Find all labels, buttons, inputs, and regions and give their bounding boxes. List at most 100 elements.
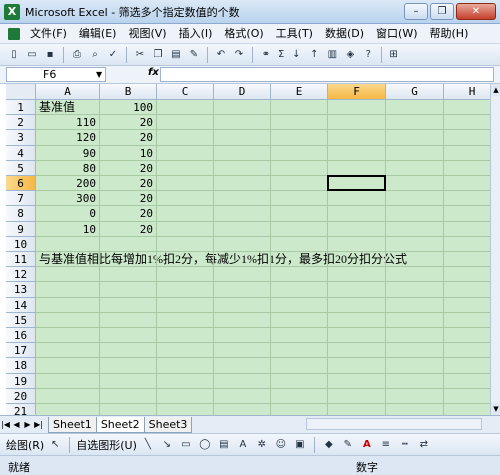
prev-sheet-icon[interactable]: ◀ [11, 420, 22, 429]
cell-e8[interactable] [271, 206, 328, 222]
cell-e12[interactable] [271, 267, 328, 283]
cell-d18[interactable] [214, 358, 271, 374]
cell-b19[interactable] [100, 373, 157, 389]
row-header-3[interactable]: 3 [6, 130, 36, 146]
cell-e21[interactable] [271, 404, 328, 415]
cell-c18[interactable] [157, 358, 214, 374]
new-icon[interactable]: ▯ [6, 47, 22, 63]
cell-h2[interactable] [444, 115, 490, 131]
next-sheet-icon[interactable]: ▶ [22, 420, 33, 429]
cell-a17[interactable] [36, 343, 100, 359]
cell-f14[interactable] [328, 297, 386, 313]
cell-f2[interactable] [328, 115, 386, 131]
cell-b4[interactable]: 10 [100, 145, 157, 161]
cell-b2[interactable]: 20 [100, 115, 157, 131]
cell-b16[interactable] [100, 328, 157, 344]
row-header-17[interactable]: 17 [6, 343, 36, 359]
row-header-15[interactable]: 15 [6, 312, 36, 328]
formula-input[interactable] [160, 67, 494, 82]
tab-sheet2[interactable]: Sheet2 [95, 416, 145, 433]
sort-descending-icon[interactable]: ↑ [306, 47, 322, 63]
arrow-icon[interactable]: ↘ [159, 437, 175, 453]
cell-c11[interactable] [157, 252, 214, 268]
menu-window[interactable]: 窗口(W) [370, 25, 423, 43]
cell-h10[interactable] [444, 237, 490, 252]
cell-c5[interactable] [157, 160, 214, 176]
cell-f13[interactable] [328, 282, 386, 298]
cell-b20[interactable] [100, 388, 157, 404]
row-header-11[interactable]: 11 [6, 252, 36, 268]
cell-c19[interactable] [157, 373, 214, 389]
cell-b9[interactable]: 20 [100, 221, 157, 237]
cell-c1[interactable] [157, 100, 214, 116]
cell-e9[interactable] [271, 221, 328, 237]
tab-sheet3[interactable]: Sheet3 [143, 416, 193, 433]
cell-h19[interactable] [444, 374, 490, 389]
line-color-icon[interactable]: ✎ [340, 437, 356, 453]
cell-c15[interactable] [157, 312, 214, 328]
minimize-button[interactable]: – [404, 3, 428, 20]
cell-a12[interactable] [36, 267, 100, 283]
column-header-a[interactable]: A [36, 84, 100, 100]
cell-f8[interactable] [328, 206, 386, 222]
cell-e20[interactable] [271, 388, 328, 404]
cell-e5[interactable] [271, 160, 328, 176]
picture-icon[interactable]: ▣ [292, 437, 308, 453]
spelling-icon[interactable]: ✓ [105, 47, 121, 63]
cell-a20[interactable] [36, 388, 100, 404]
row-header-2[interactable]: 2 [6, 115, 36, 131]
cell-d3[interactable] [214, 130, 271, 146]
cell-g4[interactable] [386, 145, 444, 161]
cell-f18[interactable] [328, 358, 386, 374]
cell-f6[interactable] [328, 176, 386, 192]
column-header-h[interactable]: H [444, 84, 490, 100]
cell-a15[interactable] [36, 312, 100, 328]
cell-f16[interactable] [328, 328, 386, 344]
sort-ascending-icon[interactable]: ↓ [288, 47, 304, 63]
menu-view[interactable]: 视图(V) [122, 25, 172, 43]
cell-f3[interactable] [328, 130, 386, 146]
cell-b8[interactable]: 20 [100, 206, 157, 222]
cell-h20[interactable] [444, 389, 490, 404]
cell-g7[interactable] [386, 191, 444, 207]
cell-f21[interactable] [328, 404, 386, 415]
cell-f15[interactable] [328, 312, 386, 328]
cell-h4[interactable] [444, 146, 490, 161]
tab-sheet1[interactable]: Sheet1 [48, 416, 97, 433]
cell-g18[interactable] [386, 358, 444, 374]
cell-f1[interactable] [328, 100, 386, 116]
column-header-g[interactable]: G [386, 84, 444, 100]
cell-g8[interactable] [386, 206, 444, 222]
cell-h9[interactable] [444, 222, 490, 237]
cell-f5[interactable] [328, 160, 386, 176]
cell-d8[interactable] [214, 206, 271, 222]
save-icon[interactable]: ▪ [42, 47, 58, 63]
cell-g17[interactable] [386, 343, 444, 359]
cell-g13[interactable] [386, 282, 444, 298]
scroll-up-icon[interactable]: ▲ [491, 84, 500, 96]
cell-b15[interactable] [100, 312, 157, 328]
close-button[interactable]: ✕ [456, 3, 496, 20]
cell-a3[interactable]: 120 [36, 130, 100, 146]
cell-g9[interactable] [386, 221, 444, 237]
cell-a7[interactable]: 300 [36, 191, 100, 207]
print-icon[interactable]: ⎙ [69, 47, 85, 63]
cell-c3[interactable] [157, 130, 214, 146]
cell-g5[interactable] [386, 160, 444, 176]
redo-icon[interactable]: ↷ [231, 47, 247, 63]
cell-h5[interactable] [444, 161, 490, 176]
last-sheet-icon[interactable]: ▶| [33, 420, 44, 429]
cell-e6[interactable] [271, 176, 328, 192]
cell-a16[interactable] [36, 328, 100, 344]
textbox-icon[interactable]: ▤ [216, 437, 232, 453]
cell-e17[interactable] [271, 343, 328, 359]
row-header-5[interactable]: 5 [6, 160, 36, 176]
cell-e2[interactable] [271, 115, 328, 131]
line-style-icon[interactable]: ≡ [378, 437, 394, 453]
cell-a18[interactable] [36, 358, 100, 374]
cell-a11[interactable]: 与基准值相比每增加1%扣2分，每减少1%扣1分，最多扣20分扣分公式 [36, 252, 407, 268]
cell-d13[interactable] [214, 282, 271, 298]
cell-d10[interactable] [214, 236, 271, 252]
autosum-icon[interactable]: Σ [276, 47, 286, 63]
cell-f19[interactable] [328, 373, 386, 389]
